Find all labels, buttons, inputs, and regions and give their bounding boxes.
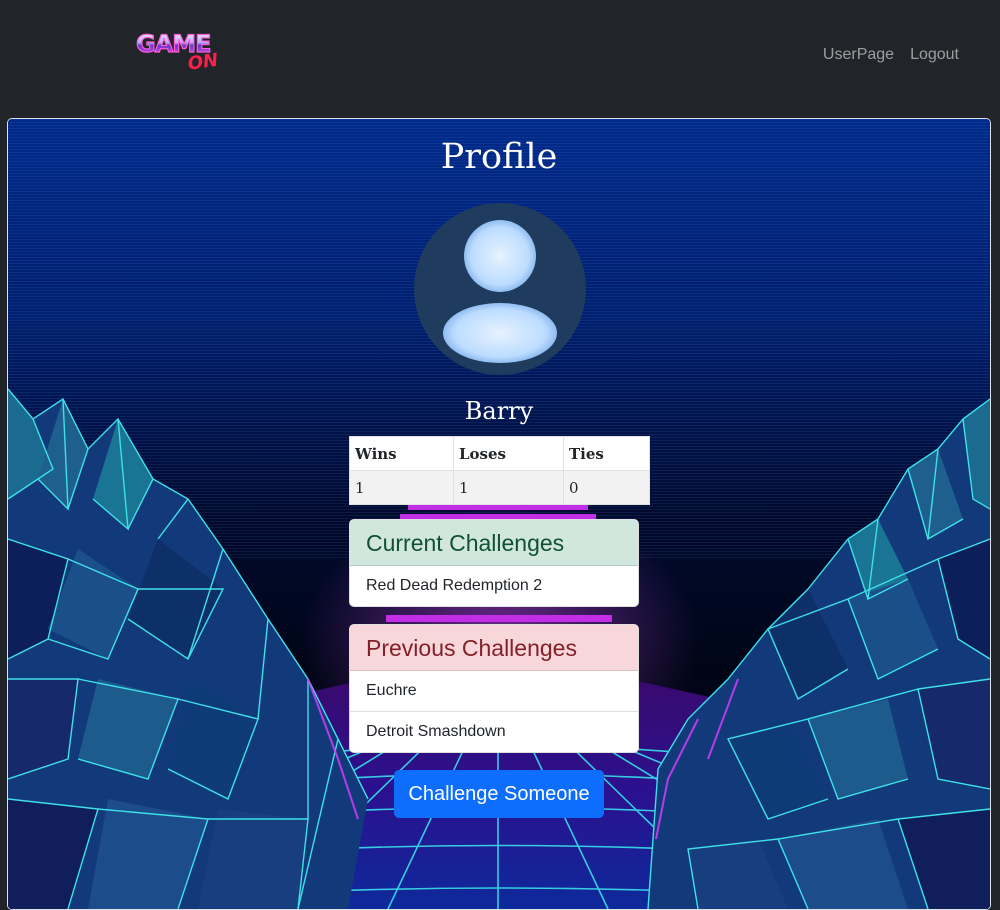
username: Barry	[464, 397, 534, 425]
profile-card: Profile Barry Wins Loses Ties 1 1 0 Curr…	[7, 118, 991, 910]
current-challenges-card: Current Challenges Red Dead Redemption 2	[349, 519, 639, 607]
header-ties: Ties	[563, 436, 650, 471]
logo-text-on: ON	[187, 50, 220, 74]
profile-content: Profile Barry Wins Loses Ties 1 1 0 Curr…	[8, 119, 990, 909]
avatar	[414, 203, 586, 375]
current-challenges-list: Red Dead Redemption 2	[350, 566, 638, 606]
challenge-someone-button[interactable]: Challenge Someone	[394, 770, 604, 818]
loses-value: 1	[453, 470, 564, 505]
game-on-logo[interactable]: GAME ON	[134, 28, 230, 74]
ties-value: 0	[563, 470, 650, 505]
stats-table: Wins Loses Ties 1 1 0	[349, 436, 650, 505]
list-item[interactable]: Detroit Smashdown	[350, 711, 638, 752]
table-row: 1 1 0	[349, 470, 650, 505]
wins-value: 1	[349, 470, 454, 505]
nav-links: UserPage Logout	[823, 45, 959, 65]
navbar: GAME ON UserPage Logout	[0, 0, 1000, 118]
list-item[interactable]: Euchre	[350, 671, 638, 711]
previous-challenges-list: Euchre Detroit Smashdown	[350, 671, 638, 752]
nav-link-logout[interactable]: Logout	[910, 45, 959, 65]
list-item[interactable]: Red Dead Redemption 2	[350, 566, 638, 606]
current-challenges-header: Current Challenges	[350, 520, 638, 566]
user-silhouette-icon	[443, 220, 557, 363]
header-loses: Loses	[453, 436, 564, 471]
previous-challenges-card: Previous Challenges Euchre Detroit Smash…	[349, 624, 639, 753]
nav-link-userpage[interactable]: UserPage	[823, 45, 894, 65]
header-wins: Wins	[349, 436, 454, 471]
page-title: Profile	[440, 137, 558, 177]
table-header-row: Wins Loses Ties	[349, 436, 650, 471]
previous-challenges-header: Previous Challenges	[350, 625, 638, 671]
